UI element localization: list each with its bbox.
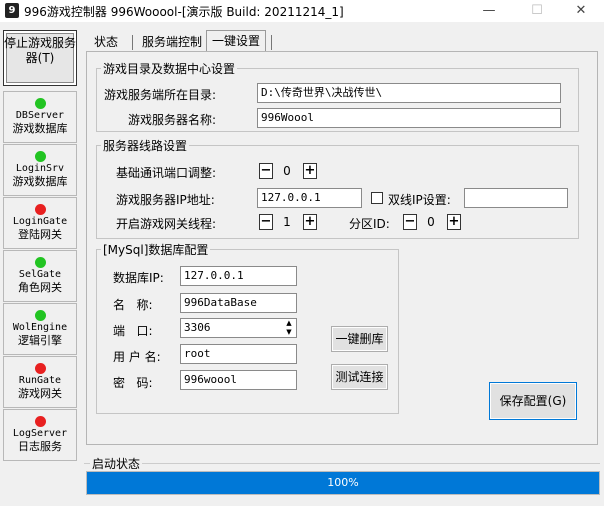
db-port-label: 端 口: (113, 324, 153, 338)
service-name: SelGate (18, 269, 62, 280)
service-desc: 登陆网关 (18, 228, 62, 241)
server-ip-label: 游戏服务器IP地址: (116, 193, 215, 207)
service-desc: 逻辑引擎 (18, 334, 62, 347)
db-name-label: 名 称: (113, 298, 153, 312)
window-title: 996游戏控制器 996Wooool-[演示版 Build: 20211214_… (24, 5, 344, 19)
server-name-label: 游戏服务器名称: (128, 113, 217, 127)
dir-input[interactable]: D:\传奇世界\决战传世\ (257, 83, 561, 103)
service-name: LogServer (12, 428, 68, 439)
mysql-group-legend: [MySql]数据库配置 (103, 243, 209, 257)
service-loginsrv[interactable]: LoginSrv 游戏数据库 (3, 144, 77, 196)
dir-group-legend: 游戏目录及数据中心设置 (103, 62, 236, 76)
db-password-label: 密 码: (113, 376, 153, 390)
stop-game-server-button[interactable]: 停止游戏服务器(T) (3, 30, 77, 86)
db-name-input[interactable]: 996DataBase (180, 293, 297, 313)
tab-divider (271, 35, 272, 50)
db-port-input[interactable]: 3306 (180, 318, 297, 338)
db-ip-label: 数据库IP: (113, 271, 164, 285)
service-wolengine[interactable]: WolEngine 逻辑引擎 (3, 303, 77, 355)
app-icon: 9 (5, 3, 19, 18)
zone-minus-button[interactable]: − (403, 214, 417, 230)
gate-thread-value[interactable]: 1 (273, 214, 301, 230)
dual-ip-input[interactable] (464, 188, 568, 208)
service-name: LoginSrv (15, 163, 65, 174)
tab-server-control[interactable]: 服务端控制 (137, 32, 207, 52)
service-dbserver[interactable]: DBServer 游戏数据库 (3, 91, 77, 143)
port-adjust-label: 基础通讯端口调整: (116, 166, 217, 180)
port-plus-button[interactable]: + (303, 163, 317, 179)
tab-one-click-settings[interactable]: 一键设置 (206, 30, 267, 52)
tab-divider (132, 35, 133, 50)
service-desc: 角色网关 (18, 281, 62, 294)
zone-plus-button[interactable]: + (447, 214, 461, 230)
startup-divider (84, 463, 600, 464)
db-user-input[interactable]: root (180, 344, 297, 364)
dir-label: 游戏服务端所在目录: (104, 88, 217, 102)
spin-down-icon[interactable]: ▼ (282, 328, 296, 337)
startup-status-label: 启动状态 (90, 455, 143, 472)
db-password-input[interactable]: 996woool (180, 370, 297, 390)
service-logserver[interactable]: LogServer 日志服务 (3, 409, 77, 461)
status-dot-icon (35, 310, 46, 321)
db-user-label: 用 户 名: (113, 350, 161, 364)
status-dot-icon (35, 363, 46, 374)
service-desc: 游戏网关 (18, 387, 62, 400)
db-ip-input[interactable]: 127.0.0.1 (180, 266, 297, 286)
spin-up-icon[interactable]: ▲ (282, 319, 296, 328)
dual-ip-label: 双线IP设置: (388, 193, 451, 207)
close-icon[interactable]: ✕ (558, 0, 604, 22)
progress-text: 100% (327, 476, 359, 489)
service-desc: 游戏数据库 (12, 122, 68, 135)
dual-ip-checkbox[interactable] (371, 192, 383, 204)
zone-id-value[interactable]: 0 (417, 214, 445, 230)
service-selgate[interactable]: SelGate 角色网关 (3, 250, 77, 302)
service-name: DBServer (15, 110, 65, 121)
db-port-value[interactable]: 3306 (184, 321, 211, 334)
status-dot-icon (35, 151, 46, 162)
tab-status[interactable]: 状态 (89, 32, 123, 52)
port-minus-button[interactable]: − (259, 163, 273, 179)
gate-plus-button[interactable]: + (303, 214, 317, 230)
service-name: RunGate (18, 375, 62, 386)
status-dot-icon (35, 204, 46, 215)
service-rungate[interactable]: RunGate 游戏网关 (3, 356, 77, 408)
status-dot-icon (35, 257, 46, 268)
minimize-icon[interactable]: — (466, 0, 512, 22)
zone-id-label: 分区ID: (349, 217, 390, 231)
status-dot-icon (35, 416, 46, 427)
port-adjust-value[interactable]: 0 (273, 163, 301, 179)
gate-minus-button[interactable]: − (259, 214, 273, 230)
service-name: WolEngine (12, 322, 68, 333)
server-name-input[interactable]: 996Woool (257, 108, 561, 128)
db-port-spinner[interactable]: ▲ ▼ (282, 319, 296, 337)
startup-progress-bar: 100% (86, 471, 600, 495)
service-desc: 游戏数据库 (12, 175, 68, 188)
title-bar: 9 996游戏控制器 996Wooool-[演示版 Build: 2021121… (0, 0, 604, 22)
delete-db-button[interactable]: 一键删库 (331, 326, 388, 352)
service-name: LoginGate (12, 216, 68, 227)
status-dot-icon (35, 98, 46, 109)
line-group-legend: 服务器线路设置 (103, 139, 188, 153)
maximize-icon[interactable]: ☐ (514, 0, 560, 22)
service-logingate[interactable]: LoginGate 登陆网关 (3, 197, 77, 249)
gate-thread-label: 开启游戏网关线程: (116, 217, 217, 231)
test-connection-button[interactable]: 测试连接 (331, 364, 388, 390)
service-desc: 日志服务 (18, 440, 62, 453)
save-config-button[interactable]: 保存配置(G) (489, 382, 577, 420)
server-ip-input[interactable]: 127.0.0.1 (257, 188, 362, 208)
